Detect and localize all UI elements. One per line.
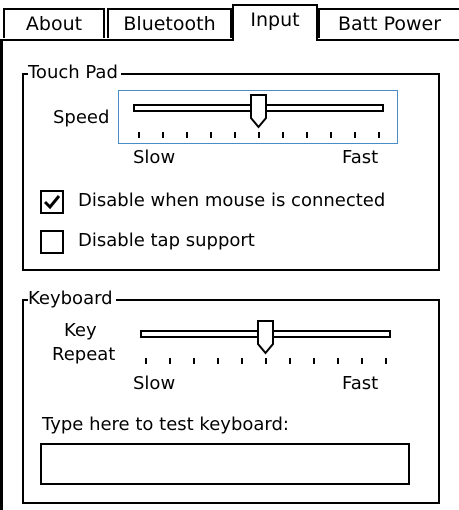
key-repeat-slider[interactable]	[125, 316, 405, 370]
slider-tick	[306, 132, 308, 138]
disable-mouse-checkbox[interactable]	[40, 190, 64, 214]
slider-tick	[241, 358, 243, 364]
test-keyboard-label: Type here to test keyboard:	[42, 414, 289, 435]
disable-mouse-label[interactable]: Disable when mouse is connected	[78, 190, 385, 212]
slider-tick	[265, 358, 267, 364]
repeat-fast-label: Fast	[342, 373, 379, 394]
slider-tick	[378, 132, 380, 138]
tab-about-label: About	[25, 13, 83, 35]
speed-slider-thumb[interactable]	[250, 94, 268, 130]
slider-tick	[289, 358, 291, 364]
test-keyboard-input[interactable]	[40, 443, 410, 485]
slider-tick	[258, 132, 260, 138]
slider-tick	[361, 358, 363, 364]
panel-left-border	[0, 39, 3, 510]
tab-bluetooth-label: Bluetooth	[123, 13, 216, 35]
slider-tick	[385, 358, 387, 364]
keyboard-group-label: Keyboard	[28, 289, 116, 309]
slider-tick	[282, 132, 284, 138]
active-tab-gap	[234, 38, 316, 42]
slider-tick	[337, 358, 339, 364]
slider-tick	[210, 132, 212, 138]
checkmark-icon	[43, 195, 61, 210]
slider-tick	[145, 358, 147, 364]
tab-strip-baseline	[0, 39, 459, 41]
slider-tick	[162, 132, 164, 138]
slider-tick	[217, 358, 219, 364]
slider-tick	[186, 132, 188, 138]
key-repeat-slider-thumb[interactable]	[257, 320, 275, 356]
speed-fast-label: Fast	[342, 147, 379, 168]
slider-tick	[330, 132, 332, 138]
slider-tick	[193, 358, 195, 364]
disable-tap-label[interactable]: Disable tap support	[78, 230, 255, 252]
slider-tick	[138, 132, 140, 138]
disable-tap-checkbox[interactable]	[40, 230, 64, 254]
tab-input-label: Input	[250, 9, 300, 31]
speed-slow-label: Slow	[133, 147, 176, 168]
touchpad-group-label: Touch Pad	[28, 63, 121, 83]
tab-input[interactable]: Input	[232, 4, 318, 40]
tab-batt-power-label: Batt Power	[337, 13, 442, 35]
speed-slider[interactable]	[118, 90, 398, 144]
tab-about[interactable]: About	[3, 8, 105, 38]
key-repeat-label-line1: Key	[64, 320, 97, 341]
slider-tick	[313, 358, 315, 364]
slider-tick	[354, 132, 356, 138]
repeat-slow-label: Slow	[133, 373, 176, 394]
tab-batt-power[interactable]: Batt Power	[318, 8, 459, 38]
speed-label: Speed	[53, 107, 110, 128]
slider-tick	[169, 358, 171, 364]
key-repeat-label-line2: Repeat	[52, 344, 116, 365]
tab-bluetooth[interactable]: Bluetooth	[107, 8, 232, 38]
slider-tick	[234, 132, 236, 138]
